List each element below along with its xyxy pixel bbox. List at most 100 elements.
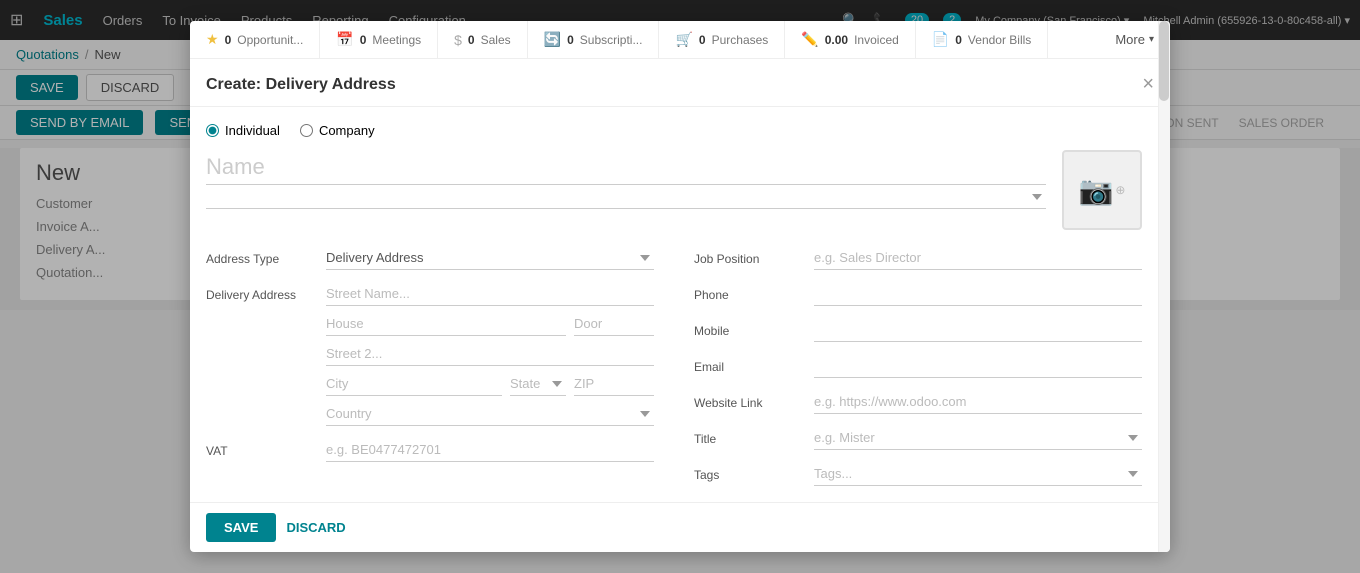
mobile-label: Mobile [694, 318, 804, 338]
stat-subscriptions[interactable]: 🔄 0 Subscripti... [528, 21, 660, 58]
stat-meetings-count: 0 [360, 33, 367, 47]
chevron-down-icon: ▾ [1149, 34, 1154, 45]
invoice-icon: ✏️ [801, 31, 818, 48]
phone-label: Phone [694, 282, 804, 302]
phone-input[interactable] [814, 282, 1142, 306]
stat-sales-count: 0 [468, 33, 475, 47]
left-form-section: Address Type Delivery Address Contact In… [206, 246, 654, 486]
delivery-address-row: Delivery Address State [206, 282, 654, 426]
form-fields-grid: Address Type Delivery Address Contact In… [206, 246, 1142, 486]
email-field [814, 354, 1142, 378]
refresh-icon: 🔄 [544, 31, 561, 48]
vendor-icon: 📄 [932, 31, 949, 48]
state-select[interactable]: State [510, 372, 566, 396]
job-position-field [814, 246, 1142, 270]
modal-body: Individual Company 📷 ⊕ [190, 107, 1170, 502]
stat-purchases[interactable]: 🛒 0 Purchases [659, 21, 785, 58]
stat-vendor-bills-count: 0 [955, 33, 962, 47]
tags-field: Tags... [814, 462, 1142, 486]
vat-field [326, 438, 654, 462]
website-field [814, 390, 1142, 414]
company-radio[interactable]: Company [300, 123, 375, 138]
delivery-address-label: Delivery Address [206, 282, 316, 302]
address-type-select[interactable]: Delivery Address Contact Invoice Address… [326, 246, 654, 270]
mobile-field [814, 318, 1142, 342]
job-position-label: Job Position [694, 246, 804, 266]
vat-input[interactable] [326, 438, 654, 462]
stat-sales-label: Sales [481, 33, 511, 47]
title-select[interactable]: e.g. Mister [814, 426, 1142, 450]
stat-invoiced[interactable]: ✏️ 0.00 Invoiced [785, 21, 916, 58]
house-input[interactable] [326, 312, 566, 336]
website-label: Website Link [694, 390, 804, 410]
scroll-thumb[interactable] [1159, 21, 1169, 101]
stat-meetings-label: Meetings [372, 33, 421, 47]
stat-invoiced-label: Invoiced [854, 33, 899, 47]
phone-row: Phone [694, 282, 1142, 306]
camera-icon: 📷 [1079, 174, 1114, 207]
stats-bar: ★ 0 Opportunit... 📅 0 Meetings $ 0 Sales… [190, 21, 1170, 59]
email-label: Email [694, 354, 804, 374]
city-input[interactable] [326, 372, 502, 396]
stat-subscriptions-label: Subscripti... [580, 33, 643, 47]
add-photo-icon: ⊕ [1115, 183, 1125, 197]
star-icon: ★ [206, 31, 219, 48]
name-input[interactable] [206, 150, 1046, 185]
house-door-row [326, 312, 654, 336]
stat-opportunities-label: Opportunit... [237, 33, 303, 47]
title-row: Title e.g. Mister [694, 426, 1142, 450]
calendar-icon: 📅 [336, 31, 353, 48]
stat-purchases-count: 0 [699, 33, 706, 47]
address-fields: State Country [326, 282, 654, 426]
modal-header: Create: Delivery Address × [190, 59, 1170, 107]
stat-opportunities[interactable]: ★ 0 Opportunit... [190, 21, 320, 58]
door-input[interactable] [574, 312, 654, 336]
scrollbar[interactable] [1158, 21, 1170, 552]
stat-subscriptions-count: 0 [567, 33, 574, 47]
name-area [206, 150, 1046, 209]
title-field: e.g. Mister [814, 426, 1142, 450]
individual-radio[interactable]: Individual [206, 123, 280, 138]
stat-vendor-bills[interactable]: 📄 0 Vendor Bills [916, 21, 1049, 58]
website-row: Website Link [694, 390, 1142, 414]
photo-upload-box[interactable]: 📷 ⊕ [1062, 150, 1142, 230]
modal-title: Create: Delivery Address [206, 76, 396, 94]
stat-opportunities-count: 0 [225, 33, 232, 47]
type-radio-group: Individual Company [206, 123, 1142, 138]
modal-close-button[interactable]: × [1142, 73, 1154, 96]
country-select[interactable]: Country [326, 402, 654, 426]
tags-select[interactable]: Tags... [814, 462, 1142, 486]
dollar-icon: $ [454, 32, 462, 48]
city-state-zip-row: State [326, 372, 654, 396]
modal-discard-button[interactable]: DISCARD [286, 513, 345, 542]
tags-label: Tags [694, 462, 804, 482]
create-delivery-address-modal: ★ 0 Opportunit... 📅 0 Meetings $ 0 Sales… [190, 21, 1170, 552]
modal-footer: SAVE DISCARD [190, 502, 1170, 552]
address-type-label: Address Type [206, 246, 316, 266]
website-input[interactable] [814, 390, 1142, 414]
parent-company-select[interactable] [206, 185, 1046, 209]
email-input[interactable] [814, 354, 1142, 378]
mobile-input[interactable] [814, 318, 1142, 342]
street2-input[interactable] [326, 342, 654, 366]
company-label: Company [319, 123, 375, 138]
street-input[interactable] [326, 282, 654, 306]
stat-meetings[interactable]: 📅 0 Meetings [320, 21, 438, 58]
job-position-input[interactable] [814, 246, 1142, 270]
stat-invoiced-count: 0.00 [825, 33, 848, 47]
title-label: Title [694, 426, 804, 446]
stat-sales[interactable]: $ 0 Sales [438, 21, 528, 58]
more-label: More [1115, 32, 1145, 47]
modal-save-button[interactable]: SAVE [206, 513, 276, 542]
right-form-section: Job Position Phone Mobile [694, 246, 1142, 486]
vat-label: VAT [206, 438, 316, 458]
zip-input[interactable] [574, 372, 654, 396]
cart-icon: 🛒 [675, 31, 692, 48]
phone-field [814, 282, 1142, 306]
stat-purchases-label: Purchases [712, 33, 769, 47]
name-photo-row: 📷 ⊕ [206, 150, 1142, 230]
tags-row: Tags Tags... [694, 462, 1142, 486]
individual-label: Individual [225, 123, 280, 138]
stat-vendor-bills-label: Vendor Bills [968, 33, 1031, 47]
mobile-row: Mobile [694, 318, 1142, 342]
